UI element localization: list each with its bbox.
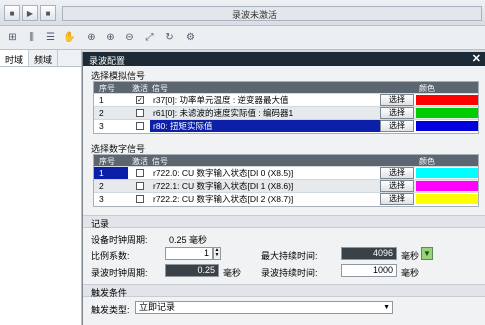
analog-signal-table: 序号 激活 信号 颜色 1 ✓ r37[0]: 功率单元温度 : 逆变器最大值 … [93,81,479,134]
fit-to-window-icon[interactable]: ⤢ [142,30,157,45]
analog-table-header: 序号 激活 信号 颜色 [94,82,478,93]
signal-name: r722.2: CU 数字输入状态[DI 2 (X8.7)] [153,194,294,204]
recording-config-dialog: 录波配置 ✕ 选择模拟信号 序号 激活 信号 颜色 1 ✓ r37[0]: 功率… [82,52,485,325]
cursor-icon[interactable]: ⊞ [5,30,20,45]
trigger-type-value: 立即记录 [139,302,176,312]
ratio-input[interactable]: 1 [165,247,213,260]
analog-row-1[interactable]: 1 ✓ r37[0]: 功率单元温度 : 逆变器最大值 选择 [94,93,478,106]
trigger-section-header: 触发条件 [83,284,485,298]
tab-time-domain[interactable]: 时域 [0,50,30,66]
ratio-spinner[interactable]: ▲ ▼ [213,247,221,260]
duration-input[interactable]: 1000 [341,264,397,277]
pan-icon[interactable]: ✋ [62,30,77,45]
max-duration-label: 最大持续时间: [261,251,318,261]
zoom-area-icon[interactable]: ⊕ [84,30,99,45]
color-swatch[interactable] [416,194,478,204]
device-clock-value: 0.25 毫秒 [169,235,208,245]
horizontal-cursor-icon[interactable]: ☰ [43,30,58,45]
domain-tabs: 时域 频域 [0,50,81,67]
select-signal-button[interactable]: 选择 [380,180,414,192]
signal-name: r722.0: CU 数字输入状态[DI 0 (X8.5)] [153,168,294,178]
color-swatch[interactable] [416,181,478,191]
recording-section-header: 记录 [83,215,485,229]
analog-row-2[interactable]: 2 r61[0]: 未滤波的速度实际值 : 编码器1 选择 [94,106,478,119]
active-checkbox[interactable] [136,122,144,130]
row-number: 1 [94,167,128,179]
signal-name: r80: 扭矩实际值 [150,120,410,132]
select-signal-button[interactable]: 选择 [380,120,414,132]
row-number: 2 [99,108,104,118]
signal-name: r37[0]: 功率单元温度 : 逆变器最大值 [153,95,289,105]
digital-signal-table: 序号 激活 信号 颜色 1 r722.0: CU 数字输入状态[DI 0 (X8… [93,154,479,207]
zoom-in-icon[interactable]: ⊕ [103,30,118,45]
signal-name: r61[0]: 未滤波的速度实际值 : 编码器1 [153,108,294,118]
digital-table-header: 序号 激活 信号 颜色 [94,155,478,166]
active-checkbox[interactable] [136,195,144,203]
active-checkbox[interactable]: ✓ [136,96,144,104]
record-icon[interactable]: ■ [4,5,20,21]
color-swatch[interactable] [416,121,478,131]
select-signal-button[interactable]: 选择 [380,167,414,179]
settings-icon[interactable]: ⚙ [183,30,198,45]
device-clock-label: 设备时钟周期: [91,235,148,245]
signal-name: r722.1: CU 数字输入状态[DI 1 (X8.6)] [153,181,294,191]
select-signal-button[interactable]: 选择 [380,107,414,119]
dialog-title-bar: 录波配置 ✕ [83,52,485,66]
analog-row-3[interactable]: 3 r80: 扭矩实际值 选择 [94,119,478,132]
vertical-cursor-icon[interactable]: ⫼ [24,30,39,45]
duration-label: 录波持续时间: [261,268,318,278]
row-number: 3 [99,121,104,131]
chevron-down-icon: ▼ [383,304,390,311]
color-swatch[interactable] [416,95,478,105]
dialog-title: 录波配置 [89,56,126,66]
trace-toolbar: ⊞ ⫼ ☰ ✋ ⊕ ⊕ ⊖ ⤢ ↻ ⚙ [0,26,485,50]
trigger-type-dropdown[interactable]: 立即记录 ▼ [135,301,393,314]
color-swatch[interactable] [416,168,478,178]
digital-row-3[interactable]: 3 r722.2: CU 数字输入状态[DI 2 (X8.7)] 选择 [94,192,478,205]
row-number: 1 [99,95,104,105]
row-number: 2 [99,181,104,191]
row-number: 3 [99,194,104,204]
max-duration-value: 4096 [341,247,397,260]
zoom-out-icon[interactable]: ⊖ [122,30,137,45]
select-signal-button[interactable]: 选择 [380,94,414,106]
digital-row-2[interactable]: 2 r722.1: CU 数字输入状态[DI 1 (X8.6)] 选择 [94,179,478,192]
close-icon[interactable]: ✕ [472,52,481,65]
ratio-label: 比例系数: [91,251,130,261]
digital-row-1[interactable]: 1 r722.0: CU 数字输入状态[DI 0 (X8.5)] 选择 [94,166,478,179]
left-pane: 时域 频域 [0,50,82,325]
active-checkbox[interactable] [136,182,144,190]
trigger-type-label: 触发类型: [91,305,130,315]
max-duration-unit: 毫秒 [401,251,420,261]
clock-cycle-label: 录波时钟周期: [91,268,148,278]
active-checkbox[interactable] [136,109,144,117]
recording-status: 录波未激活 [232,10,278,20]
duration-unit: 毫秒 [401,268,420,278]
stop-icon[interactable]: ■ [40,5,56,21]
reset-zoom-icon[interactable]: ↻ [162,30,177,45]
apply-max-duration-icon[interactable]: ▼ [421,247,433,260]
clock-cycle-unit: 毫秒 [223,268,242,278]
recording-toolbar: ■ ▶ ■ 录波未激活 [0,0,485,26]
clock-cycle-value: 0.25 [165,264,219,277]
select-signal-button[interactable]: 选择 [380,193,414,205]
tab-frequency-domain[interactable]: 频域 [29,50,59,66]
color-swatch[interactable] [416,108,478,118]
play-icon[interactable]: ▶ [22,5,38,21]
active-checkbox[interactable] [136,169,144,177]
